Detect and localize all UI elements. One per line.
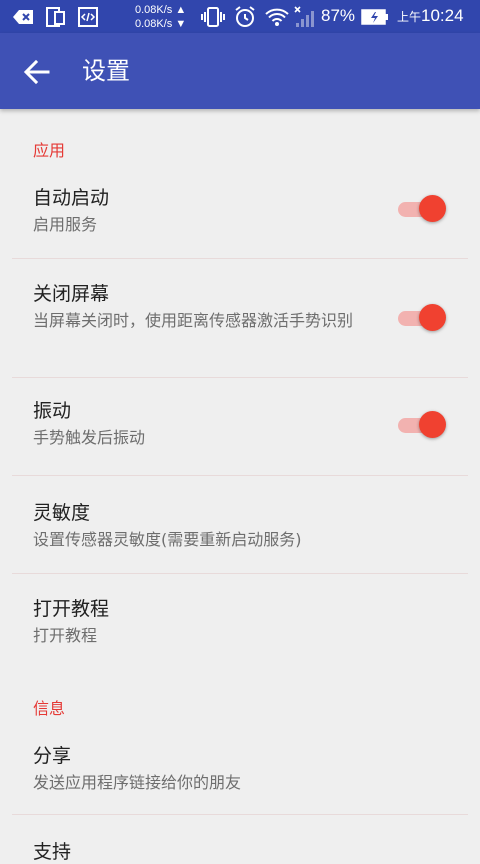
status-bar: 0.08K/s ▲ 0.08K/s ▼ 87% 上午10:24: [0, 0, 480, 33]
setting-title: 分享: [33, 745, 72, 767]
setting-subtitle: 发送应用程序链接给你的朋友: [33, 773, 242, 792]
page-title: 设置: [82, 57, 130, 85]
vibrate-toggle[interactable]: [398, 410, 450, 440]
section-header-app: 应用: [33, 141, 66, 160]
toggle-thumb: [419, 304, 446, 331]
wifi-icon: [264, 0, 290, 33]
vibrate-icon: [201, 0, 225, 33]
auto-start-toggle[interactable]: [398, 194, 450, 224]
setting-tutorial[interactable]: 打开教程 打开教程: [0, 574, 480, 671]
setting-vibrate[interactable]: 振动 手势触发后振动: [0, 378, 480, 475]
setting-subtitle: 当屏幕关闭时，使用距离传感器激活手势识别: [33, 311, 354, 330]
upload-speed: 0.08K/s ▲: [135, 4, 187, 16]
download-speed: 0.08K/s ▼: [135, 18, 187, 30]
setting-title: 自动启动: [33, 187, 110, 209]
setting-title: 振动: [33, 400, 72, 422]
setting-subtitle: 手势触发后振动: [33, 428, 146, 447]
setting-support[interactable]: 支持: [0, 815, 480, 863]
back-button[interactable]: [22, 57, 52, 87]
setting-share[interactable]: 分享 发送应用程序链接给你的朋友: [0, 725, 480, 814]
signal-icon: [293, 0, 317, 33]
setting-subtitle: 启用服务: [33, 215, 98, 234]
setting-title: 打开教程: [33, 598, 110, 620]
battery-percent: 87%: [321, 6, 356, 25]
setting-screen-off[interactable]: 关闭屏幕 当屏幕关闭时，使用距离传感器激活手势识别: [0, 259, 480, 377]
toggle-thumb: [419, 411, 446, 438]
setting-subtitle: 设置传感器灵敏度(需要重新启动服务): [33, 530, 302, 549]
screen-off-toggle[interactable]: [398, 303, 450, 333]
toggle-thumb: [419, 195, 446, 222]
setting-auto-start[interactable]: 自动启动 启用服务: [0, 171, 480, 258]
setting-title: 支持: [33, 841, 72, 863]
arrow-left-icon: [23, 59, 50, 85]
battery-icon: [361, 0, 389, 33]
time-period: 上午: [397, 10, 422, 24]
alarm-icon: [233, 0, 257, 33]
time: 10:24: [421, 6, 464, 25]
setting-sensitivity[interactable]: 灵敏度 设置传感器灵敏度(需要重新启动服务): [0, 476, 480, 573]
code-icon: [78, 0, 98, 33]
setting-title: 灵敏度: [33, 502, 91, 524]
phone-screen-icon: [46, 0, 66, 33]
section-header-info: 信息: [33, 699, 66, 718]
setting-title: 关闭屏幕: [33, 283, 110, 305]
status-clock: 上午10:24: [397, 6, 464, 26]
setting-subtitle: 打开教程: [33, 626, 98, 645]
app-bar: 设置: [0, 33, 480, 109]
network-speed: 0.08K/s ▲ 0.08K/s ▼: [135, 3, 186, 31]
usb-debug-icon: [12, 0, 36, 33]
